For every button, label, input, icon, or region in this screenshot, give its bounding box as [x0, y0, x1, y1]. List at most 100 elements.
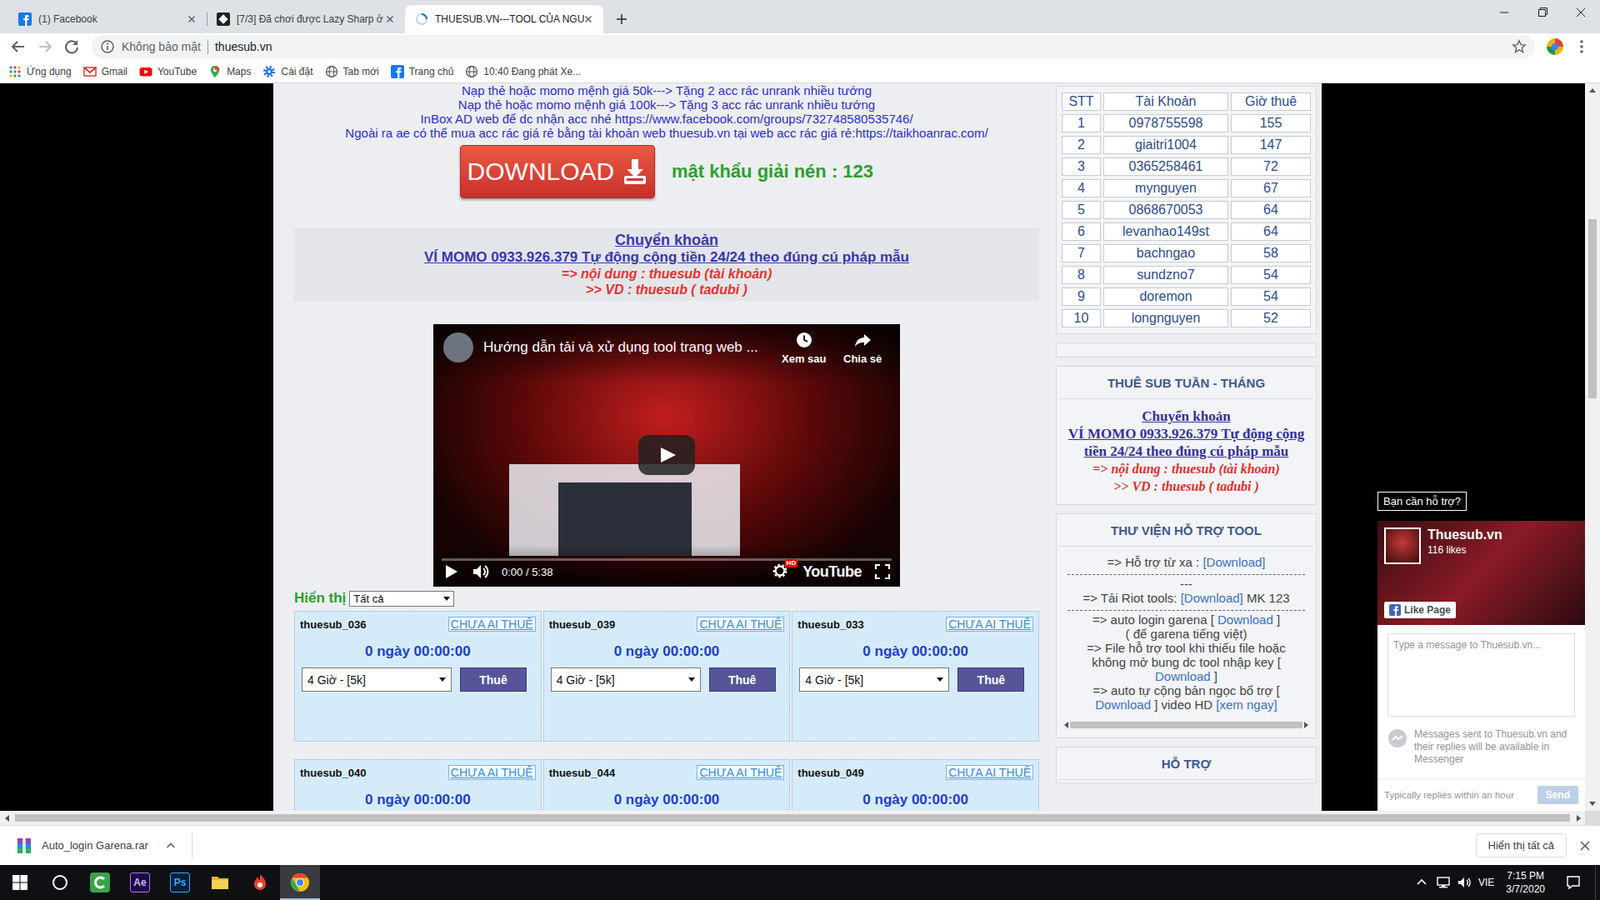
close-window-icon[interactable]	[1561, 0, 1600, 25]
plan-select[interactable]: 4 Giờ - [5k]	[550, 667, 701, 692]
taskbar-app[interactable]	[280, 865, 320, 900]
page-avatar[interactable]	[1384, 527, 1421, 565]
bookmark-label[interactable]: YouTube	[157, 65, 197, 78]
bookmark-label[interactable]: Ứng dụng	[26, 65, 72, 78]
browser-tab[interactable]: THUESUB.VN---TOOL CỦA NGU	[405, 5, 604, 34]
play-icon[interactable]	[441, 562, 460, 581]
close-icon[interactable]	[185, 12, 199, 26]
momo-link[interactable]: VÍ MOMO 0933.926.379 Tự động cộng tiền 2…	[1068, 425, 1305, 460]
download-link[interactable]: [Download]	[1202, 555, 1265, 570]
fullscreen-icon[interactable]	[873, 562, 892, 581]
vertical-scrollbar[interactable]	[1585, 83, 1600, 811]
download-link[interactable]: [xem ngay]	[1215, 697, 1277, 712]
filter-value[interactable]: Tất cả	[353, 592, 384, 605]
close-icon[interactable]	[581, 12, 595, 26]
after-effects-icon[interactable]: Ae	[130, 872, 150, 893]
video-player[interactable]: Hướng dẫn tải và xử dụng tool trang web …	[433, 324, 900, 587]
taskbar-app[interactable]: Ps	[160, 865, 200, 900]
channel-avatar[interactable]	[443, 332, 474, 363]
minimize-icon[interactable]	[1485, 0, 1524, 25]
back-arrow-icon[interactable]	[6, 35, 30, 59]
clock[interactable]: 7:15 PM3/7/2020	[1499, 869, 1552, 896]
like-label[interactable]: Like Page	[1404, 604, 1451, 616]
bookmark-label[interactable]: Tab mới	[343, 65, 380, 78]
tab-title[interactable]: [7/3] Đã chơi được Lazy Sharp ở	[236, 13, 377, 25]
bookmark-label[interactable]: 10:40 Đang phát Xe...	[483, 65, 581, 78]
notification-button[interactable]	[1556, 874, 1590, 891]
video-title[interactable]: Hướng dẫn tải và xử dụng tool trang web …	[483, 339, 759, 356]
taskbar-app[interactable]	[240, 865, 280, 900]
date[interactable]: 3/7/2020	[1505, 882, 1545, 896]
camtasia-icon[interactable]	[90, 872, 110, 893]
promo-line[interactable]: Ngoài ra ae có thể mua acc rác giá rẻ bằ…	[294, 125, 1040, 140]
tab-title[interactable]: THUESUB.VN---TOOL CỦA NGU	[435, 13, 575, 25]
chat-prompt[interactable]: Bạn cần hỗ trợ?	[1377, 491, 1467, 511]
restore-icon[interactable]	[1523, 0, 1562, 25]
progress-track[interactable]	[441, 558, 892, 561]
library-scrollbar[interactable]	[1062, 720, 1310, 730]
horizontal-scrollbar[interactable]	[0, 810, 1600, 825]
show-all-button[interactable]: Hiển thị tất cả	[1475, 833, 1568, 858]
app-label[interactable]: Ae	[133, 876, 146, 889]
download-item[interactable]: Auto_login Garena.rar	[0, 830, 192, 861]
page-name[interactable]: Thuesub.vn	[1427, 527, 1503, 543]
status-badge[interactable]: CHƯA AI THUÊ	[945, 616, 1034, 632]
rent-button[interactable]: Thuê	[957, 667, 1025, 692]
download-link[interactable]: Download	[1217, 612, 1274, 627]
info-icon[interactable]	[100, 39, 115, 55]
status-badge[interactable]: CHƯA AI THUÊ	[696, 616, 785, 632]
bookmark-label[interactable]: Cài đặt	[280, 65, 313, 78]
plan-value[interactable]: 4 Giờ - [5k]	[805, 673, 864, 687]
scroll-up[interactable]	[1585, 83, 1600, 98]
download-link[interactable]: Download	[1095, 697, 1151, 712]
send-button[interactable]: Send	[1537, 785, 1579, 805]
rent-label[interactable]: Thuê	[977, 673, 1005, 687]
momo-link[interactable]: VÍ MOMO 0933.926.379 Tự động cộng tiền 2…	[424, 249, 910, 265]
folder-icon[interactable]	[210, 872, 230, 893]
language-indicator[interactable]: VIE	[1478, 876, 1495, 889]
left-arrow-icon[interactable]	[1064, 721, 1069, 729]
status-badge[interactable]: CHƯA AI THUÊ	[448, 765, 536, 780]
star-icon[interactable]	[1511, 39, 1527, 55]
transfer-link[interactable]: Chuyển khoản	[1141, 408, 1230, 425]
plan-select[interactable]: 4 Giờ - [5k]	[799, 667, 950, 692]
watch-later[interactable]: Xem sau	[781, 330, 826, 365]
scroll-left[interactable]	[0, 810, 14, 825]
bookmark[interactable]: YouTube	[139, 65, 197, 79]
menu-dots-icon[interactable]	[1570, 35, 1594, 59]
bookmark[interactable]: 10:40 Đang phát Xe...	[465, 65, 581, 79]
search-icon[interactable]	[50, 873, 70, 892]
status-badge[interactable]: CHƯA AI THUÊ	[448, 616, 536, 632]
rent-label[interactable]: Thuê	[479, 673, 507, 687]
taskbar-app[interactable]	[200, 865, 240, 900]
search-button[interactable]	[40, 865, 80, 900]
taskbar-app[interactable]	[80, 865, 120, 900]
plan-value[interactable]: 4 Giờ - [5k]	[307, 673, 366, 687]
rent-button[interactable]: Thuê	[460, 667, 527, 692]
bookmark[interactable]: Tab mới	[325, 65, 380, 79]
watch-later-label[interactable]: Xem sau	[781, 352, 826, 365]
scroll-right[interactable]	[1571, 810, 1585, 825]
reload-icon[interactable]	[60, 35, 84, 59]
plan-select[interactable]: 4 Giờ - [5k]	[301, 667, 452, 692]
download-button[interactable]: DOWNLOAD	[460, 145, 655, 199]
download-link[interactable]: [Download]	[1180, 590, 1244, 605]
start-button[interactable]	[0, 865, 40, 900]
tab-title[interactable]: (1) Facebook	[38, 13, 179, 25]
up-arrow-icon[interactable]	[1589, 88, 1596, 93]
show-desktop[interactable]	[1595, 865, 1600, 900]
chevron-up-icon[interactable]	[161, 836, 180, 855]
url-text[interactable]: thuesub.vn	[215, 40, 273, 54]
browser-tab[interactable]: [7/3] Đã chơi được Lazy Sharp ở	[206, 5, 405, 34]
photoshop-icon[interactable]: Ps	[170, 872, 190, 893]
volume-icon[interactable]	[471, 562, 490, 581]
promo-line[interactable]: InBox AD web để dc nhận acc nhé https://…	[294, 111, 1040, 126]
send-label[interactable]: Send	[1545, 789, 1570, 801]
file-name[interactable]: Auto_login Garena.rar	[41, 839, 149, 852]
youtube-logo[interactable]: YouTube	[802, 563, 862, 581]
bookmark[interactable]: Maps	[208, 65, 251, 79]
bookmark-label[interactable]: Trang chủ	[409, 65, 455, 78]
plan-value[interactable]: 4 Giờ - [5k]	[556, 673, 615, 687]
chevron-up-icon[interactable]	[1413, 874, 1430, 891]
share-label[interactable]: Chia sẻ	[843, 352, 882, 365]
